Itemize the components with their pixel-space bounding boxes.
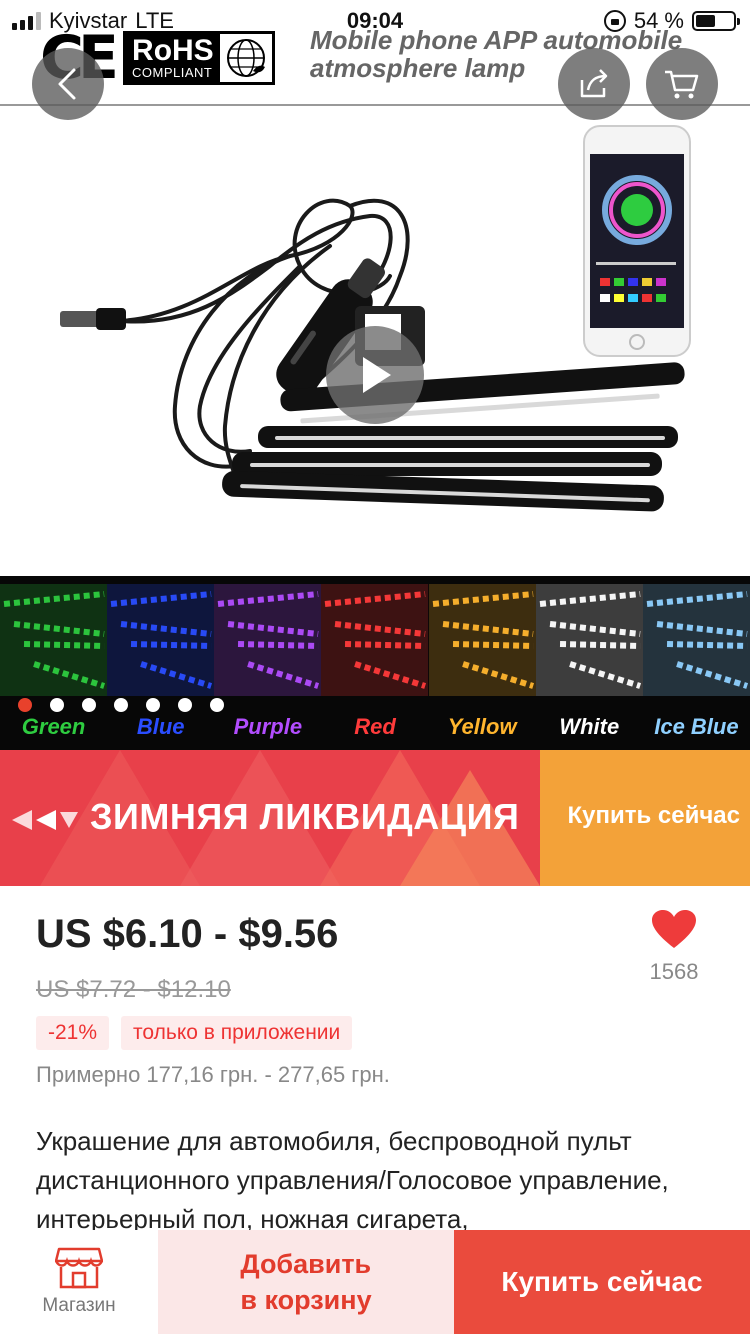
arrows-icon	[12, 810, 78, 830]
banner-title: ЗИМНЯЯ ЛИКВИДАЦИЯ	[90, 796, 520, 837]
store-icon	[55, 1247, 103, 1289]
rohs-subtitle: COMPLIANT	[132, 64, 213, 80]
play-video-button[interactable]	[326, 326, 424, 424]
back-button[interactable]	[32, 48, 104, 120]
app-only-badge: только в приложении	[121, 1016, 353, 1050]
status-bar: Kyivstar LTE 09:04 54 %	[0, 0, 750, 40]
gallery-dot[interactable]	[50, 698, 64, 712]
color-variant-label: Blue	[136, 714, 185, 739]
color-variant-label: Purple	[233, 714, 303, 739]
color-variants-strip: Green Blue Purple Red Yellow White Ice Blue	[0, 576, 750, 750]
gallery-dot[interactable]	[114, 698, 128, 712]
color-variant: Ice Blue	[642, 576, 750, 750]
wishlist-button[interactable]: 1568	[634, 910, 714, 985]
share-icon	[580, 69, 608, 98]
cart-button[interactable]	[646, 48, 718, 120]
color-variant-label: Yellow	[447, 714, 517, 739]
product-gallery[interactable]: CE RoHS COMPLIANT Mobile phone APP autom…	[0, 0, 750, 750]
color-variant-label: White	[559, 714, 620, 739]
store-label: Магазин	[42, 1295, 116, 1316]
led-strip-glow	[214, 584, 322, 696]
led-strip-glow	[0, 584, 108, 696]
bottom-action-bar: Магазин Добавить в корзину Купить сейчас	[0, 1230, 750, 1334]
color-variant-label: Green	[21, 714, 86, 739]
gallery-dots	[18, 698, 224, 712]
discount-badge: -21%	[36, 1016, 110, 1050]
play-icon	[363, 357, 391, 393]
wishlist-count: 1568	[649, 959, 699, 984]
color-variant: Red	[321, 576, 429, 750]
chevron-left-icon	[58, 68, 76, 100]
rohs-title: RoHS	[132, 33, 214, 67]
color-variant: White	[535, 576, 643, 750]
color-variant: Yellow	[428, 576, 536, 750]
color-variant: Green	[0, 576, 108, 750]
led-strip-glow	[642, 584, 750, 696]
gallery-dot[interactable]	[18, 698, 32, 712]
led-strip-glow	[428, 584, 536, 696]
banner-cta[interactable]: Купить сейчас	[568, 802, 741, 830]
gallery-dot[interactable]	[210, 698, 224, 712]
add-to-cart-button[interactable]: Добавить в корзину	[158, 1230, 454, 1334]
add-to-cart-line2: в корзину	[240, 1285, 372, 1315]
rotation-lock-icon	[603, 10, 626, 32]
led-strip-glow	[535, 584, 643, 696]
old-price: US $7.72 - $12.10	[36, 976, 231, 1003]
share-button[interactable]	[558, 48, 630, 120]
battery-percent: 54 %	[633, 8, 684, 33]
led-strip-glow	[321, 584, 429, 696]
cart-icon	[665, 70, 699, 99]
price-range: US $6.10 - $9.56	[36, 912, 339, 956]
approx-price: Примерно 177,16 грн. - 277,65 грн.	[36, 1062, 390, 1087]
color-variant: Purple	[214, 576, 322, 750]
add-to-cart-line1: Добавить	[240, 1249, 372, 1279]
globe-icon	[219, 34, 272, 82]
gallery-dot[interactable]	[178, 698, 192, 712]
color-variant-label: Ice Blue	[654, 714, 739, 739]
product-description: Украшение для автомобиля, беспроводной п…	[36, 1126, 669, 1234]
heart-icon	[652, 910, 696, 948]
buy-now-button[interactable]: Купить сейчас	[454, 1230, 750, 1334]
promo-banner[interactable]: ЗИМНЯЯ ЛИКВИДАЦИЯ Купить сейчас	[0, 750, 750, 886]
price-badges: -21% только в приложении	[36, 1016, 353, 1050]
gallery-dot[interactable]	[146, 698, 160, 712]
led-strip-glow	[107, 584, 215, 696]
color-variant-label: Red	[354, 714, 396, 739]
battery-icon	[692, 11, 740, 31]
color-variant: Blue	[107, 576, 215, 750]
gallery-dot[interactable]	[82, 698, 96, 712]
store-button[interactable]: Магазин	[0, 1230, 158, 1334]
